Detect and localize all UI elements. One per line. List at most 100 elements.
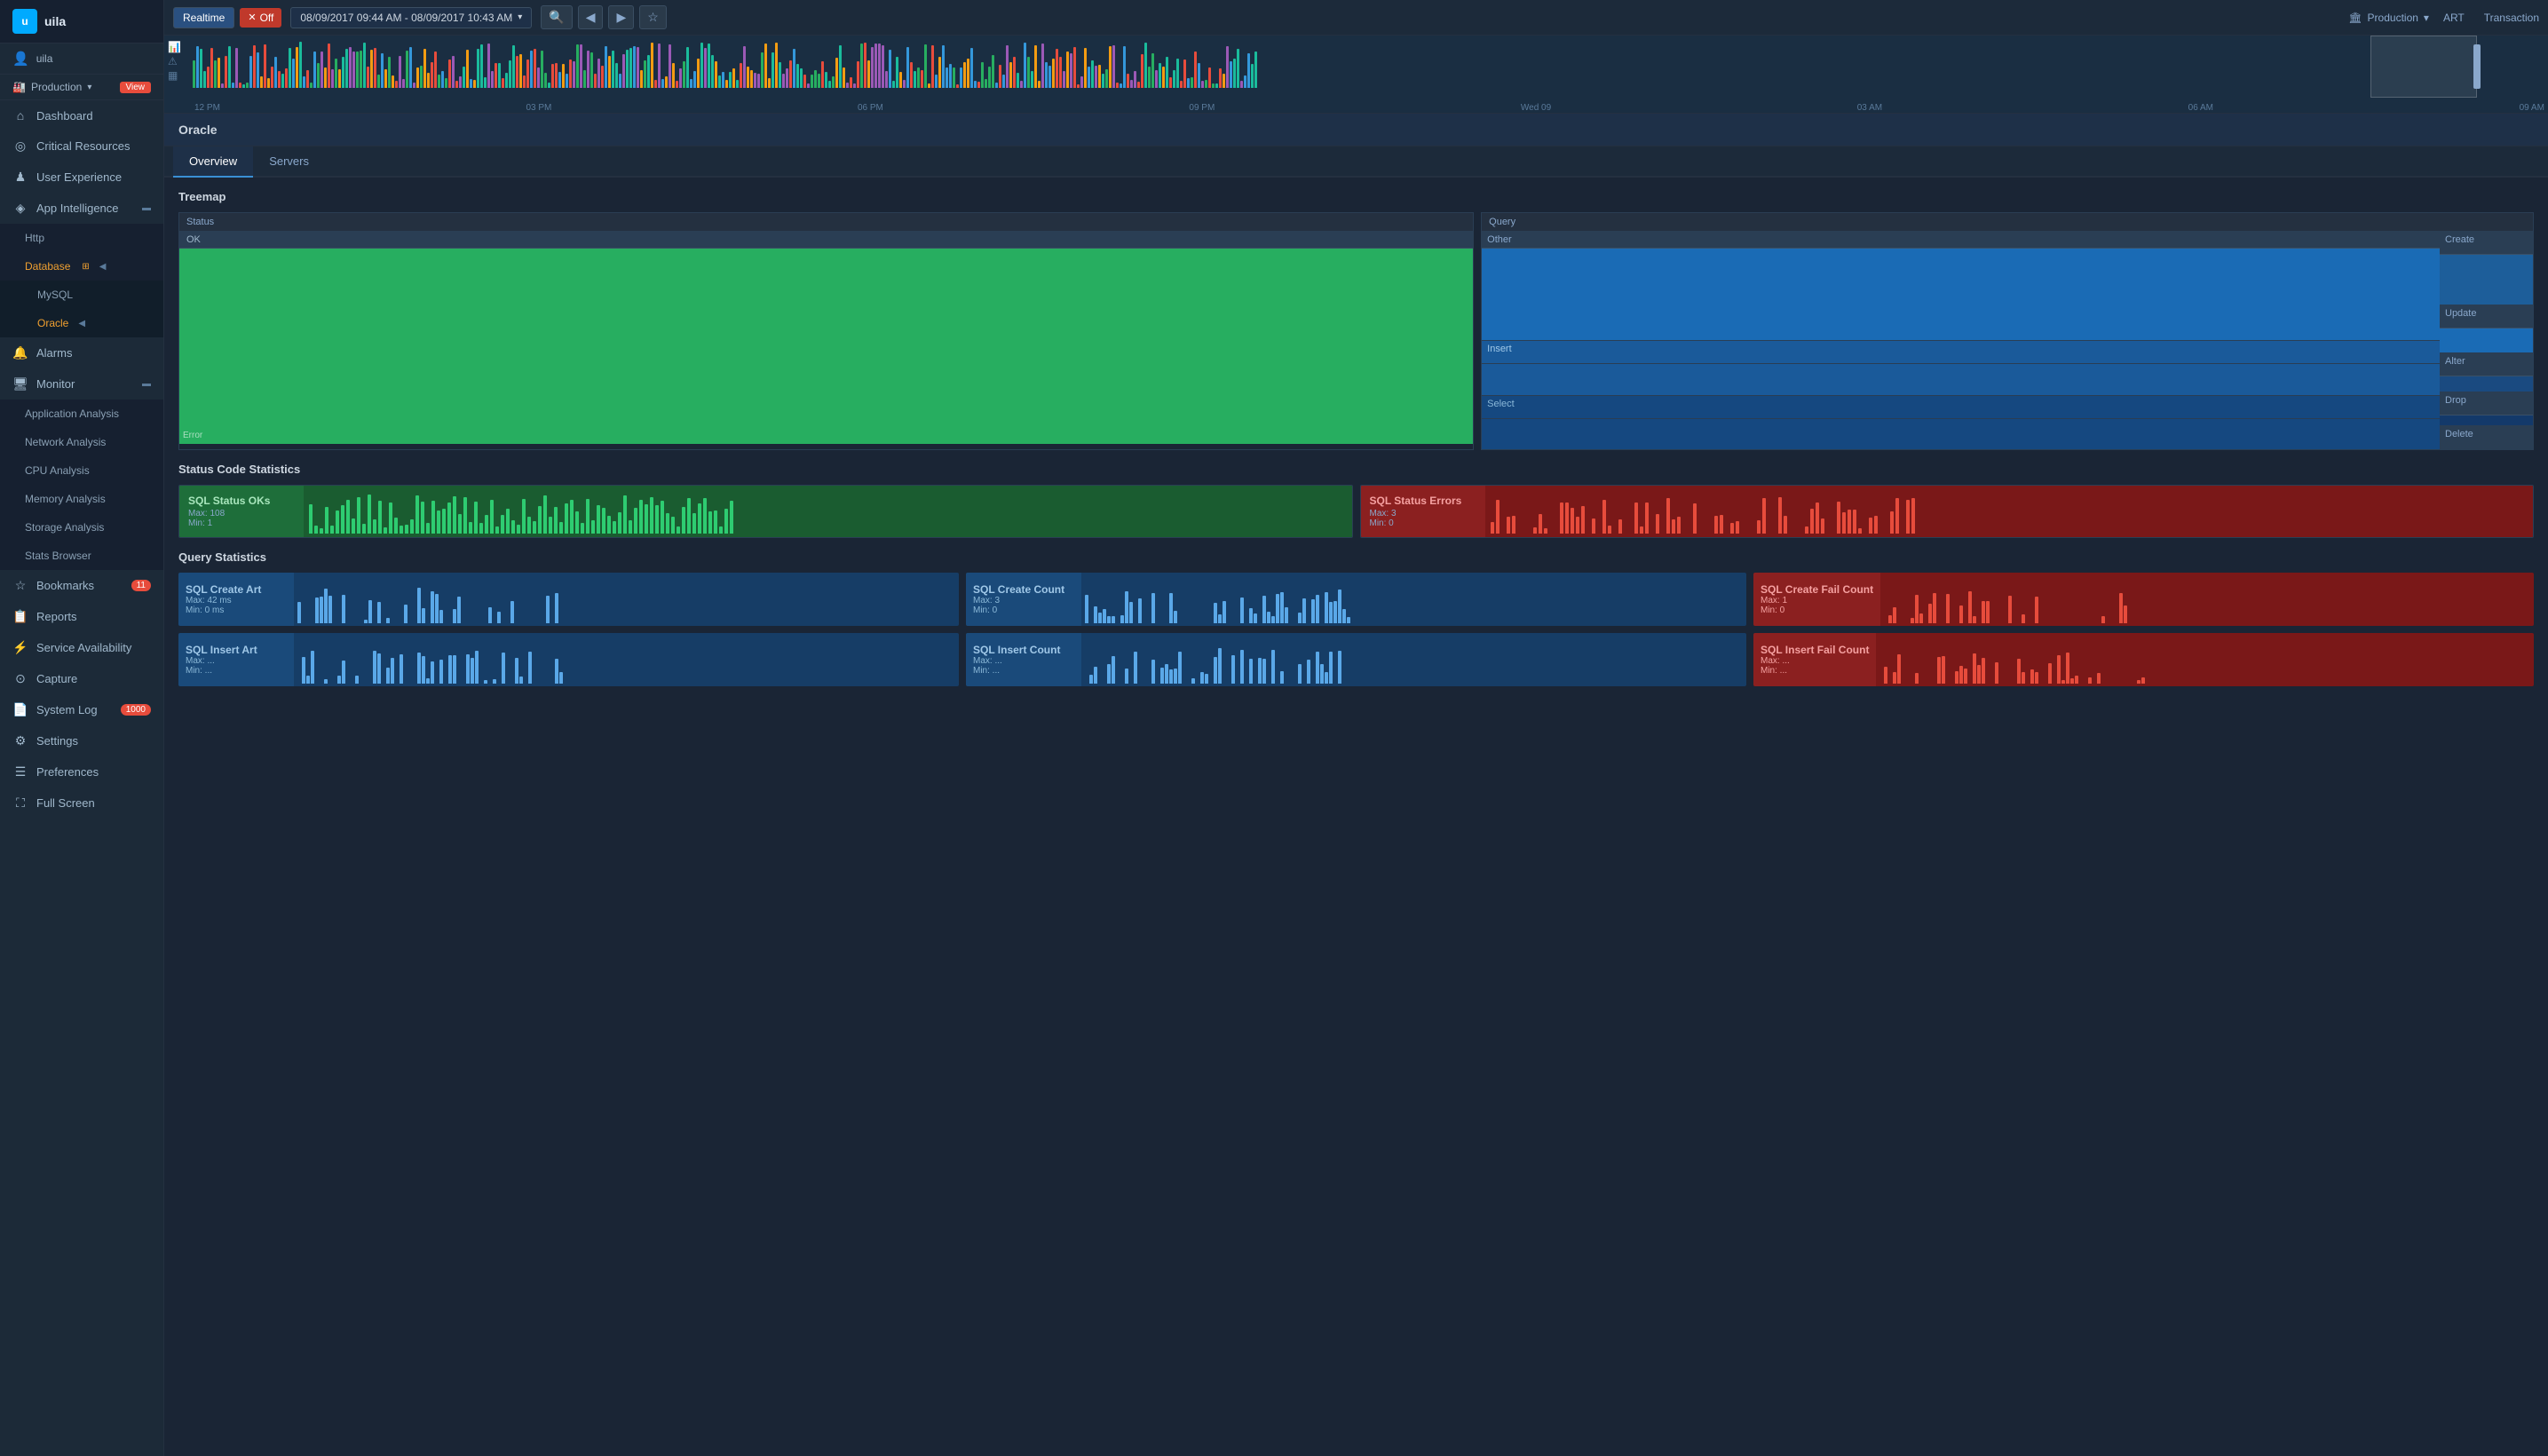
nav-arrow: ◀ bbox=[99, 262, 107, 272]
bookmarks-icon: ☆ bbox=[12, 578, 28, 593]
query-label-create-fail: SQL Create Fail Count Max: 1 Min: 0 bbox=[1753, 573, 1880, 626]
sidebar-item-reports[interactable]: 📋 Reports bbox=[0, 601, 163, 632]
query-chart-create-fail bbox=[1880, 573, 2534, 626]
sidebar-item-mysql[interactable]: MySQL bbox=[0, 281, 163, 309]
time-range-selector[interactable]: 08/09/2017 09:44 AM - 08/09/2017 10:43 A… bbox=[290, 7, 532, 28]
sidebar-item-network-analysis[interactable]: Network Analysis bbox=[0, 428, 163, 456]
sidebar-item-user-experience[interactable]: ♟ User Experience bbox=[0, 162, 163, 193]
monitor-sub: Application Analysis Network Analysis CP… bbox=[0, 400, 163, 570]
query-max: Max: 3 bbox=[973, 596, 1074, 605]
query-stats-title: Query Statistics bbox=[178, 550, 2534, 564]
view-button[interactable]: View bbox=[120, 82, 152, 93]
chart-icon[interactable]: 📊 bbox=[168, 41, 187, 53]
search-button[interactable]: 🔍 bbox=[541, 5, 572, 29]
query-card-insert-fail: SQL Insert Fail Count Max: ... Min: ... bbox=[1753, 633, 2534, 686]
art-label: ART bbox=[2443, 12, 2465, 24]
minimap-handle[interactable] bbox=[2473, 44, 2481, 89]
close-icon: ✕ bbox=[248, 12, 256, 23]
sidebar-item-memory-analysis[interactable]: Memory Analysis bbox=[0, 485, 163, 513]
sidebar-item-label: User Experience bbox=[36, 170, 122, 184]
query-label: SQL Insert Art bbox=[186, 644, 287, 656]
query-min: Min: ... bbox=[1761, 666, 1869, 676]
sidebar-item-http[interactable]: Http bbox=[0, 224, 163, 252]
query-max: Max: 42 ms bbox=[186, 596, 287, 605]
collapse-monitor-icon[interactable]: ▬ bbox=[142, 379, 151, 389]
treemap-title: Treemap bbox=[178, 190, 2534, 203]
off-button[interactable]: ✕ Off bbox=[240, 8, 281, 28]
tab-servers[interactable]: Servers bbox=[253, 146, 325, 178]
sidebar-item-label: Alarms bbox=[36, 346, 72, 360]
sidebar-item-label: Storage Analysis bbox=[25, 521, 104, 534]
sidebar-item-stats-browser[interactable]: Stats Browser bbox=[0, 542, 163, 570]
tab-overview[interactable]: Overview bbox=[173, 146, 253, 178]
sidebar-item-oracle[interactable]: Oracle ◀ bbox=[0, 309, 163, 337]
treemap-ok-cell[interactable]: Error bbox=[179, 249, 1473, 444]
treemap-status-header: Status bbox=[179, 213, 1473, 232]
sidebar-item-preferences[interactable]: ☰ Preferences bbox=[0, 756, 163, 787]
database-sub: MySQL Oracle ◀ bbox=[0, 281, 163, 337]
treemap-error-label: Error bbox=[183, 431, 202, 440]
sidebar-item-cpu-analysis[interactable]: CPU Analysis bbox=[0, 456, 163, 485]
minimap-chart[interactable] bbox=[191, 39, 2548, 101]
chevron-down-icon: ▾ bbox=[518, 12, 522, 22]
query-max: Max: ... bbox=[1761, 656, 1869, 666]
sidebar-item-storage-analysis[interactable]: Storage Analysis bbox=[0, 513, 163, 542]
grid-icon[interactable]: ▦ bbox=[168, 69, 187, 82]
sidebar-nav: ⌂ Dashboard ◎ Critical Resources ♟ User … bbox=[0, 100, 163, 1456]
fullscreen-icon: ⛶ bbox=[12, 795, 28, 811]
back-button[interactable]: ◀ bbox=[578, 5, 604, 29]
sidebar-item-capture[interactable]: ⊙ Capture bbox=[0, 663, 163, 694]
treemap-ok-label: OK bbox=[179, 232, 1473, 249]
stat-card-sql-ok: SQL Status OKs Max: 108 Min: 1 bbox=[178, 485, 1353, 538]
bookmark-button[interactable]: ☆ bbox=[639, 5, 667, 29]
user-experience-icon: ♟ bbox=[12, 170, 28, 185]
stat-label-area-error: SQL Status Errors Max: 3 Min: 0 bbox=[1361, 486, 1485, 537]
alarms-icon: 🔔 bbox=[12, 345, 28, 360]
preferences-icon: ☰ bbox=[12, 764, 28, 779]
query-stats: Query Statistics SQL Create Art Max: 42 … bbox=[178, 550, 2534, 686]
expand-icon: ⊞ bbox=[82, 262, 89, 272]
query-label: SQL Create Fail Count bbox=[1761, 583, 1873, 596]
chevron-down-icon-env: ▾ bbox=[2424, 12, 2429, 24]
sidebar-item-dashboard[interactable]: ⌂ Dashboard bbox=[0, 100, 163, 131]
query-card-create-art: SQL Create Art Max: 42 ms Min: 0 ms bbox=[178, 573, 959, 626]
sidebar-item-monitor[interactable]: 🖥 Monitor ▬ bbox=[0, 368, 163, 400]
sidebar-item-label: Oracle bbox=[37, 317, 68, 329]
stat-label-ok: SQL Status OKs bbox=[188, 495, 295, 507]
sidebar-item-system-log[interactable]: 📄 System Log 1000 bbox=[0, 694, 163, 725]
sidebar-item-database[interactable]: Database ⊞ ◀ bbox=[0, 252, 163, 281]
sidebar-item-critical-resources[interactable]: ◎ Critical Resources bbox=[0, 131, 163, 162]
collapse-icon[interactable]: ▬ bbox=[142, 203, 151, 213]
sidebar-item-alarms[interactable]: 🔔 Alarms bbox=[0, 337, 163, 368]
query-max: Max: ... bbox=[186, 656, 287, 666]
main-panel: Treemap Status OK Error Query Other bbox=[164, 178, 2548, 711]
sidebar-item-app-analysis[interactable]: Application Analysis bbox=[0, 400, 163, 428]
sidebar-logo[interactable]: u uila bbox=[0, 0, 163, 44]
sidebar-item-bookmarks[interactable]: ☆ Bookmarks 11 bbox=[0, 570, 163, 601]
alert-icon[interactable]: ⚠ bbox=[168, 55, 187, 67]
query-min: Min: 0 bbox=[973, 605, 1074, 615]
app-intelligence-icon: ◈ bbox=[12, 201, 28, 216]
sidebar-item-fullscreen[interactable]: ⛶ Full Screen bbox=[0, 787, 163, 819]
forward-button[interactable]: ▶ bbox=[608, 5, 634, 29]
sidebar-item-label: Database bbox=[25, 260, 70, 273]
query-chart-insert-fail bbox=[1876, 633, 2534, 686]
stat-max-ok: Max: 108 bbox=[188, 509, 295, 518]
sidebar-item-service-availability[interactable]: ⚡ Service Availability bbox=[0, 632, 163, 663]
sidebar-item-label: Application Analysis bbox=[25, 408, 119, 420]
minimap-time-labels: 12 PM 03 PM 06 PM 09 PM Wed 09 03 AM 06 … bbox=[191, 101, 2548, 115]
sidebar-item-label: App Intelligence bbox=[36, 202, 119, 215]
main-content: Realtime ✕ Off 08/09/2017 09:44 AM - 08/… bbox=[164, 0, 2548, 1456]
chevron-down-icon: ▾ bbox=[87, 83, 91, 92]
bookmarks-badge: 11 bbox=[131, 580, 151, 591]
realtime-button[interactable]: Realtime bbox=[173, 7, 234, 28]
sidebar-item-label: System Log bbox=[36, 703, 98, 716]
toolbar-right: 🏛 Production ▾ ART Transaction bbox=[2348, 12, 2539, 24]
sidebar-item-label: Http bbox=[25, 232, 44, 244]
query-label: SQL Insert Count bbox=[973, 644, 1074, 656]
sidebar-item-label: Service Availability bbox=[36, 641, 131, 654]
sidebar-environment[interactable]: 🏭 Production ▾ View bbox=[0, 75, 163, 100]
sidebar-item-label: Memory Analysis bbox=[25, 493, 106, 505]
sidebar-item-app-intelligence[interactable]: ◈ App Intelligence ▬ bbox=[0, 193, 163, 224]
sidebar-item-settings[interactable]: ⚙ Settings bbox=[0, 725, 163, 756]
